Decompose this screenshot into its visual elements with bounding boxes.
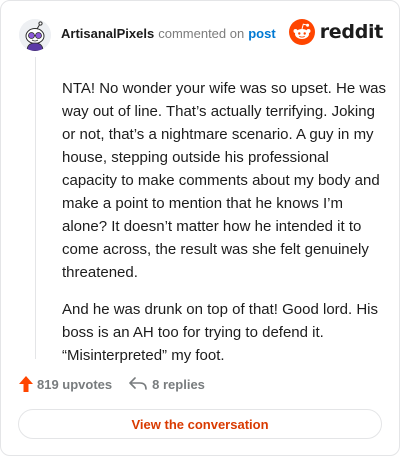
comment-meta: ArtisanalPixels commented on post (61, 26, 276, 41)
view-conversation-button[interactable]: View the conversation (18, 409, 382, 439)
comment-paragraph: And he was drunk on top of that! Good lo… (62, 301, 379, 364)
post-link[interactable]: post (248, 26, 275, 41)
replies-button[interactable]: 8 replies (128, 377, 205, 392)
reddit-snoo-icon (288, 19, 315, 45)
comment-actions: 819 upvotes 8 replies (19, 373, 205, 395)
comment-body: NTA! No wonder your wife was so upset. H… (62, 77, 387, 381)
comment-paragraph: NTA! No wonder your wife was so upset. H… (62, 80, 387, 281)
avatar[interactable] (19, 19, 51, 51)
reply-arrow-icon (129, 377, 147, 390)
upvote-button[interactable]: 819 upvotes (19, 376, 112, 392)
upvote-count: 819 upvotes (37, 376, 113, 392)
reply-count: 8 replies (152, 376, 205, 392)
comment-card: ArtisanalPixels commented on post reddit… (0, 0, 400, 456)
reddit-wordmark: reddit (319, 21, 384, 43)
reddit-brand[interactable]: reddit (288, 19, 384, 45)
avatar-snoo-icon (19, 19, 51, 51)
comment-header: ArtisanalPixels commented on post reddit (19, 18, 383, 52)
comment-action-text: commented on (158, 25, 245, 41)
username[interactable]: ArtisanalPixels (61, 26, 154, 41)
upvote-arrow-icon (19, 376, 33, 392)
thread-line[interactable] (35, 57, 36, 359)
